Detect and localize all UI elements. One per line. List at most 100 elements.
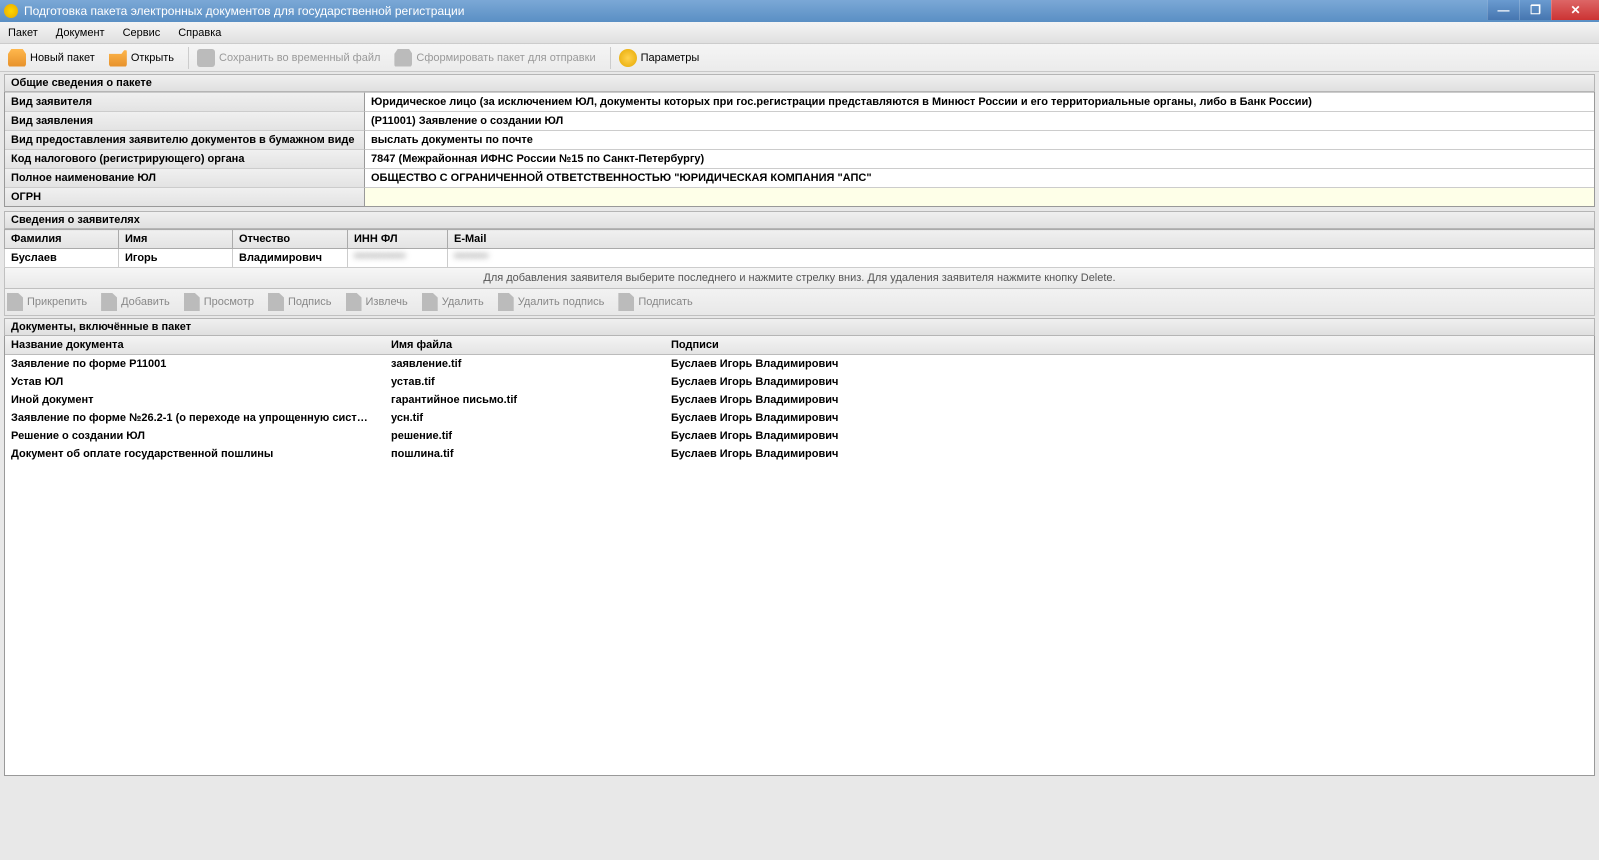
docs-grid[interactable]: Название документа Имя файла Подписи Зая…: [4, 336, 1595, 776]
docs-cell-sign: Буслаев Игорь Владимирович: [665, 355, 1594, 373]
value-ogrn[interactable]: [365, 187, 1594, 206]
delete-label: Удалить: [442, 296, 484, 308]
form-paket-button[interactable]: Сформировать пакет для отправки: [390, 47, 599, 69]
menu-help[interactable]: Справка: [178, 27, 221, 39]
docs-row[interactable]: Заявление по форме №26.2-1 (о переходе н…: [5, 409, 1594, 427]
value-application-type[interactable]: (Р11001) Заявление о создании ЮЛ: [365, 111, 1594, 130]
docs-row[interactable]: Заявление по форме Р11001заявление.tifБу…: [5, 355, 1594, 373]
docs-cell-sign: Буслаев Игорь Владимирович: [665, 373, 1594, 391]
applicants-table[interactable]: Фамилия Имя Отчество ИНН ФЛ E-Mail Бусла…: [4, 229, 1595, 268]
menu-document[interactable]: Документ: [56, 27, 105, 39]
open-label: Открыть: [131, 52, 174, 64]
docs-cell-name: Устав ЮЛ: [5, 373, 385, 391]
view-icon: [184, 293, 200, 311]
params-button[interactable]: Параметры: [615, 47, 704, 69]
docs-row[interactable]: Устав ЮЛустав.tifБуслаев Игорь Владимиро…: [5, 373, 1594, 391]
attach-icon: [7, 293, 23, 311]
params-label: Параметры: [641, 52, 700, 64]
label-paper-delivery: Вид предоставления заявителю документов …: [5, 130, 365, 149]
th-surname[interactable]: Фамилия: [5, 230, 119, 249]
extract-label: Извлечь: [366, 296, 408, 308]
delete-sign-icon: [498, 293, 514, 311]
attach-button[interactable]: Прикрепить: [7, 293, 87, 311]
new-icon: [8, 49, 26, 67]
save-icon: [197, 49, 215, 67]
docs-cell-name: Решение о создании ЮЛ: [5, 427, 385, 445]
add-label: Добавить: [121, 296, 170, 308]
window-titlebar: Подготовка пакета электронных документов…: [0, 0, 1599, 22]
delete-sign-label: Удалить подпись: [518, 296, 605, 308]
label-full-name: Полное наименование ЮЛ: [5, 168, 365, 187]
signall-button[interactable]: Подписать: [618, 293, 692, 311]
signall-label: Подписать: [638, 296, 692, 308]
docs-th-file[interactable]: Имя файла: [385, 336, 665, 354]
docs-cell-sign: Буслаев Игорь Владимирович: [665, 391, 1594, 409]
docs-cell-file: пошлина.tif: [385, 445, 665, 463]
cell-inn: ************: [348, 249, 448, 268]
menu-paket[interactable]: Пакет: [8, 27, 38, 39]
toolbar-separator: [188, 47, 189, 69]
docs-row[interactable]: Документ об оплате государственной пошли…: [5, 445, 1594, 463]
value-applicant-type[interactable]: Юридическое лицо (за исключением ЮЛ, док…: [365, 92, 1594, 111]
section-docs-header: Документы, включённые в пакет: [4, 318, 1595, 336]
sign-button[interactable]: Подпись: [268, 293, 332, 311]
label-tax-authority: Код налогового (регистрирующего) органа: [5, 149, 365, 168]
cell-email: ********: [448, 249, 1595, 268]
docs-header-row: Название документа Имя файла Подписи: [5, 336, 1594, 355]
signall-icon: [618, 293, 634, 311]
docs-row[interactable]: Иной документгарантийное письмо.tifБусла…: [5, 391, 1594, 409]
extract-button[interactable]: Извлечь: [346, 293, 408, 311]
sign-icon: [268, 293, 284, 311]
add-button[interactable]: Добавить: [101, 293, 170, 311]
close-button[interactable]: ✕: [1551, 0, 1599, 20]
save-temp-button[interactable]: Сохранить во временный файл: [193, 47, 384, 69]
docs-th-name[interactable]: Название документа: [5, 336, 385, 354]
docs-cell-sign: Буслаев Игорь Владимирович: [665, 445, 1594, 463]
gear-icon: [619, 49, 637, 67]
docs-row[interactable]: Решение о создании ЮЛрешение.tifБуслаев …: [5, 427, 1594, 445]
value-tax-authority[interactable]: 7847 (Межрайонная ИФНС России №15 по Сан…: [365, 149, 1594, 168]
menu-service[interactable]: Сервис: [123, 27, 161, 39]
docs-cell-file: усн.tif: [385, 409, 665, 427]
maximize-button[interactable]: ❐: [1519, 0, 1551, 20]
form-label: Сформировать пакет для отправки: [416, 52, 595, 64]
th-patronymic[interactable]: Отчество: [233, 230, 348, 249]
docs-cell-file: гарантийное письмо.tif: [385, 391, 665, 409]
save-label: Сохранить во временный файл: [219, 52, 380, 64]
open-icon: [109, 49, 127, 67]
docs-cell-file: устав.tif: [385, 373, 665, 391]
attach-label: Прикрепить: [27, 296, 87, 308]
view-label: Просмотр: [204, 296, 254, 308]
section-general-header: Общие сведения о пакете: [4, 74, 1595, 92]
value-paper-delivery[interactable]: выслать документы по почте: [365, 130, 1594, 149]
add-icon: [101, 293, 117, 311]
docs-cell-name: Заявление по форме №26.2-1 (о переходе н…: [5, 409, 385, 427]
docs-cell-name: Заявление по форме Р11001: [5, 355, 385, 373]
form-icon: [394, 49, 412, 67]
docs-th-sign[interactable]: Подписи: [665, 336, 1594, 354]
cell-name: Игорь: [119, 249, 233, 268]
delete-sign-button[interactable]: Удалить подпись: [498, 293, 605, 311]
delete-icon: [422, 293, 438, 311]
label-application-type: Вид заявления: [5, 111, 365, 130]
docs-cell-sign: Буслаев Игорь Владимирович: [665, 409, 1594, 427]
th-name[interactable]: Имя: [119, 230, 233, 249]
th-email[interactable]: E-Mail: [448, 230, 1595, 249]
new-paket-button[interactable]: Новый пакет: [4, 47, 99, 69]
view-button[interactable]: Просмотр: [184, 293, 254, 311]
applicant-row[interactable]: Буслаев Игорь Владимирович ************ …: [5, 249, 1595, 268]
docs-cell-name: Иной документ: [5, 391, 385, 409]
toolbar: Новый пакет Открыть Сохранить во временн…: [0, 44, 1599, 72]
docs-cell-name: Документ об оплате государственной пошли…: [5, 445, 385, 463]
section-applicants-header: Сведения о заявителях: [4, 211, 1595, 229]
toolbar-separator: [610, 47, 611, 69]
general-info-grid: Вид заявителя Юридическое лицо (за исклю…: [4, 92, 1595, 207]
docs-cell-sign: Буслаев Игорь Владимирович: [665, 427, 1594, 445]
minimize-button[interactable]: —: [1487, 0, 1519, 20]
window-title: Подготовка пакета электронных документов…: [24, 4, 464, 18]
open-button[interactable]: Открыть: [105, 47, 178, 69]
sign-label: Подпись: [288, 296, 332, 308]
th-inn[interactable]: ИНН ФЛ: [348, 230, 448, 249]
delete-button[interactable]: Удалить: [422, 293, 484, 311]
value-full-name[interactable]: ОБЩЕСТВО С ОГРАНИЧЕННОЙ ОТВЕТСТВЕННОСТЬЮ…: [365, 168, 1594, 187]
